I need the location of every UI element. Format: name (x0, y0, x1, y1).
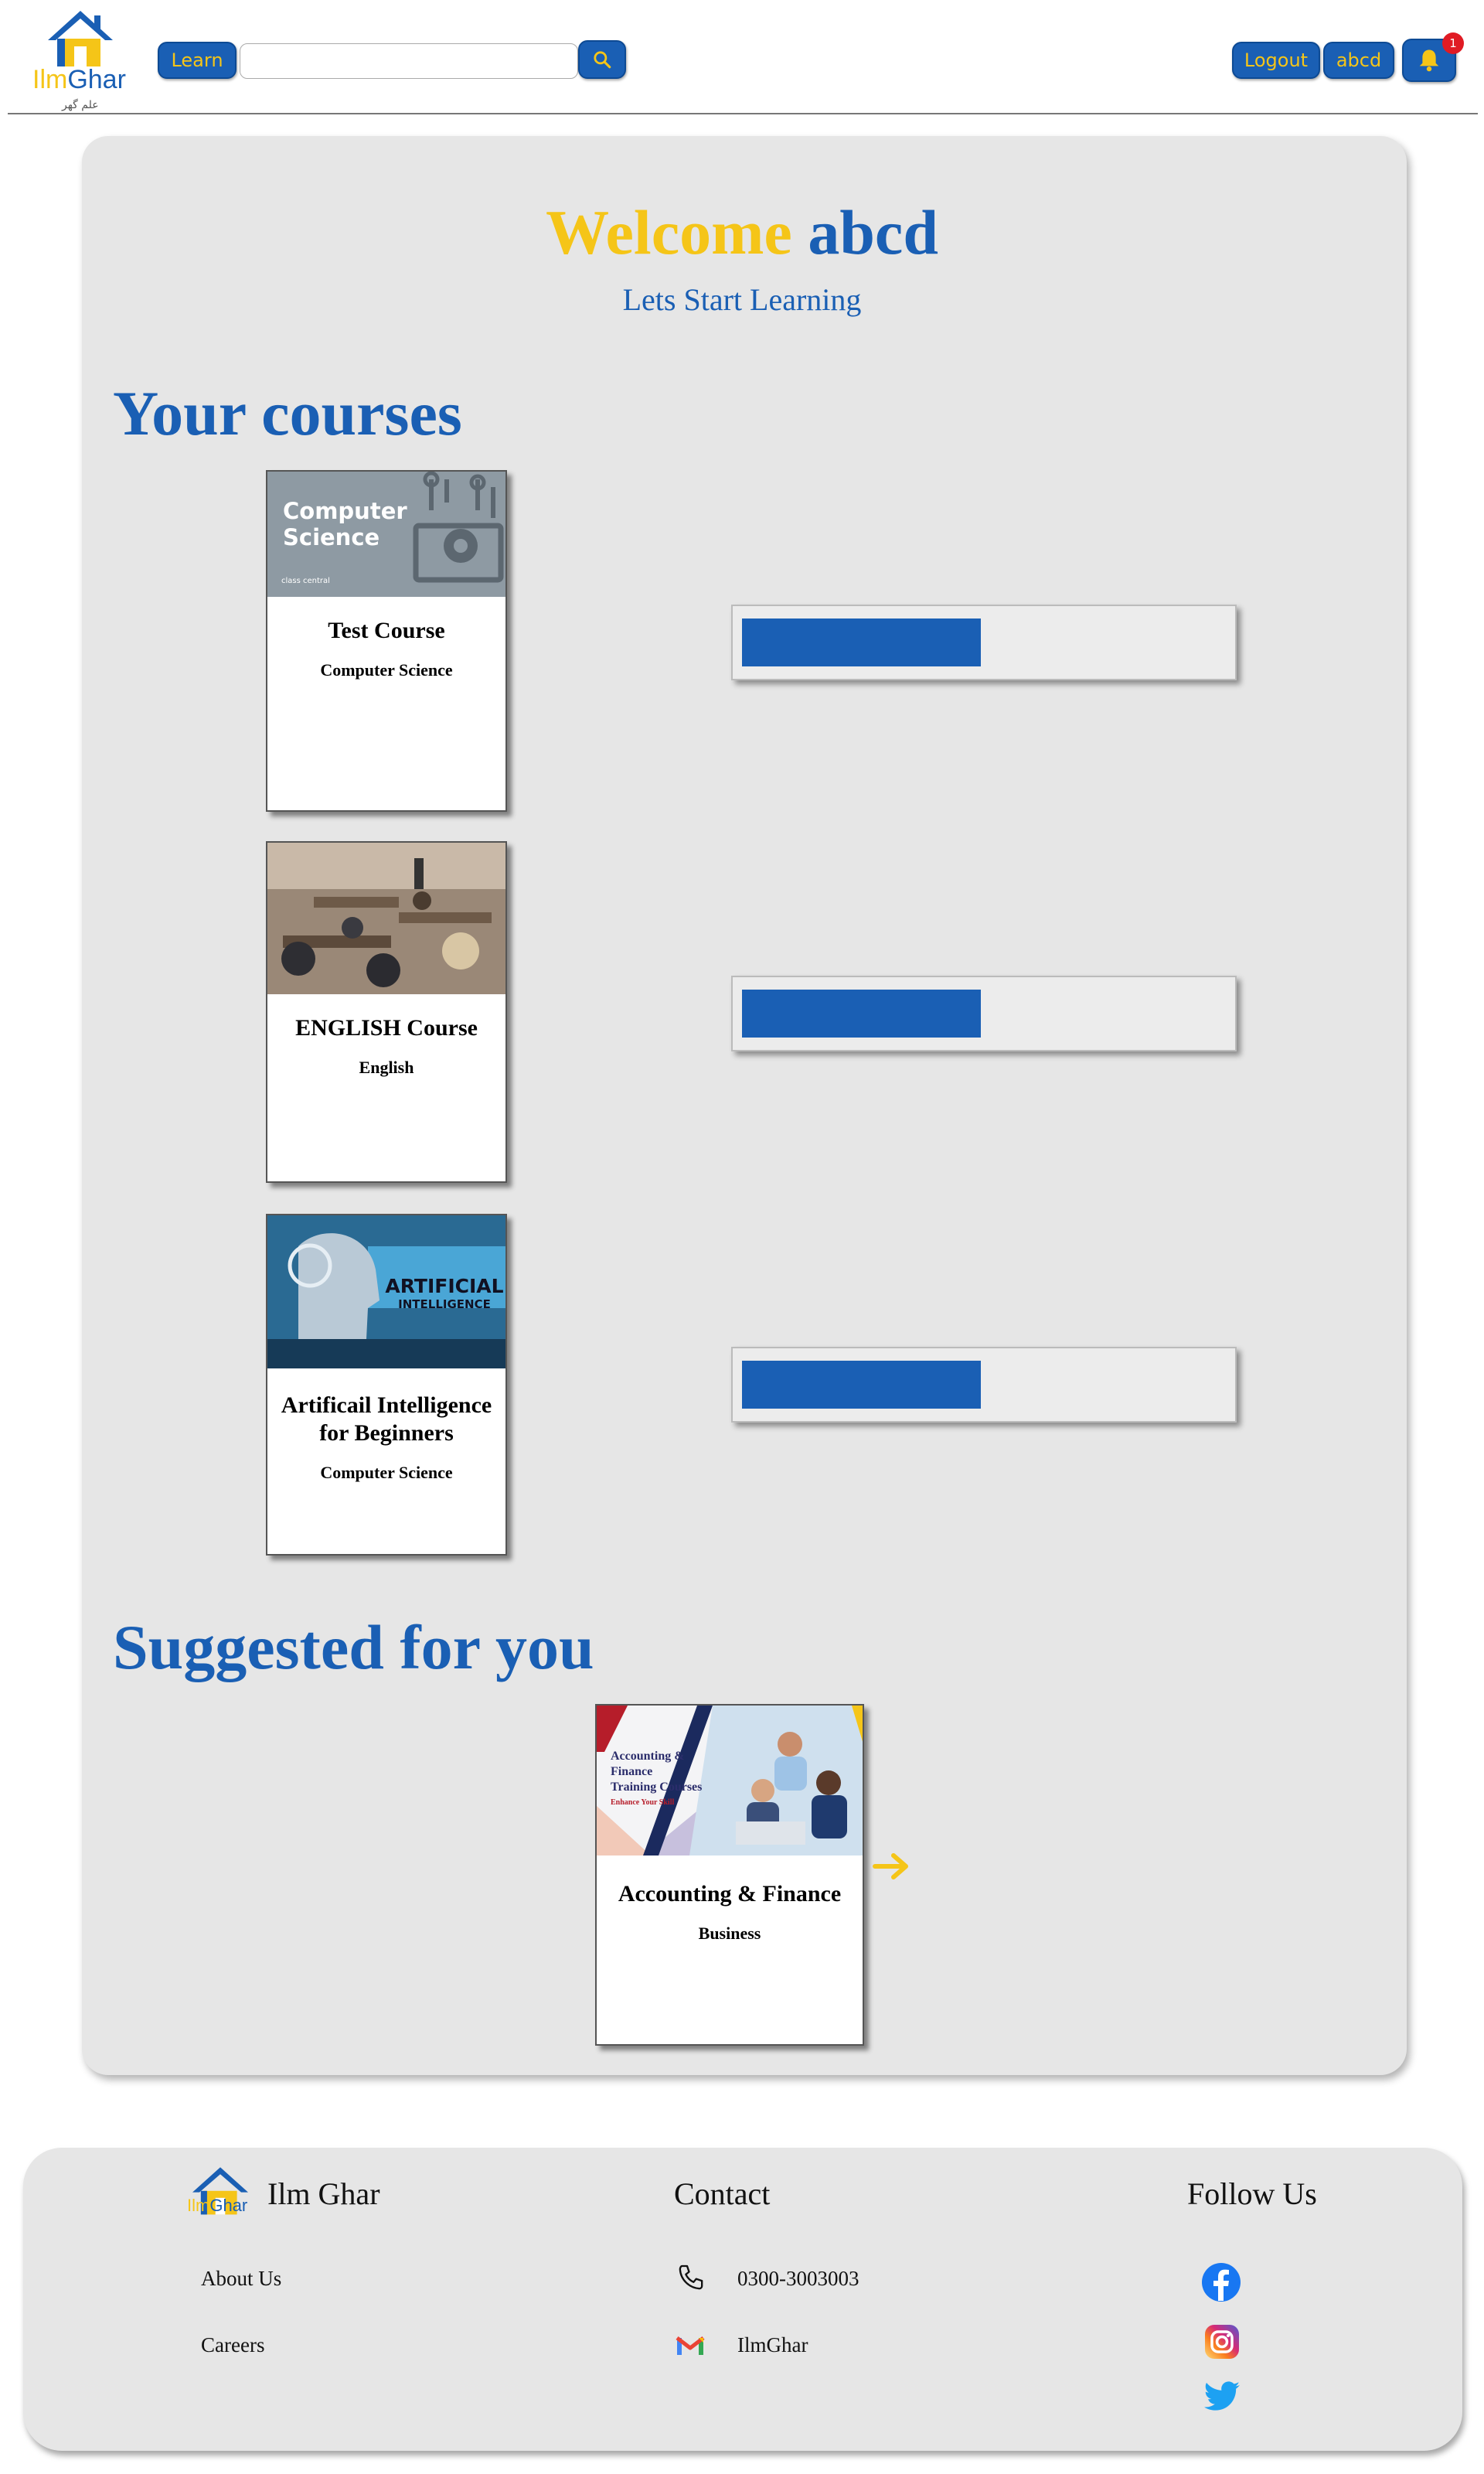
next-arrow-icon[interactable] (872, 1851, 912, 1882)
course-card[interactable]: Computer Science class central Test Cour… (266, 470, 507, 812)
image-caption-line: Science (283, 524, 380, 550)
header-divider (8, 113, 1478, 114)
user-profile-button[interactable]: abcd (1323, 42, 1394, 79)
classroom-photo-icon (267, 843, 505, 994)
progress-fill (742, 990, 981, 1038)
house-logo-icon (48, 11, 113, 66)
twitter-icon[interactable] (1203, 2381, 1241, 2414)
image-caption-line: Computer (283, 498, 407, 524)
site-footer: IlmGhar Ilm Ghar About Us Careers Contac… (23, 2148, 1462, 2451)
logout-button[interactable]: Logout (1232, 42, 1320, 79)
footer-link-careers[interactable]: Careers (201, 2333, 264, 2357)
course-card[interactable]: ENGLISH Course English (266, 841, 507, 1183)
instagram-icon[interactable] (1204, 2324, 1240, 2360)
course-image-accounting: Accounting & Finance Training Courses En… (597, 1706, 863, 1855)
logo-text: IlmGhar (32, 65, 126, 94)
facebook-icon[interactable] (1201, 2262, 1241, 2302)
course-title: Artificail Intelligence for Beginners (281, 1392, 492, 1446)
course-category: English (359, 1058, 414, 1077)
gmail-icon (676, 2336, 705, 2355)
image-caption-line: Training Courses (611, 1781, 703, 1794)
image-brand-text: class central (281, 577, 330, 585)
image-caption-line: INTELLIGENCE (398, 1297, 491, 1311)
ilmghar-logo[interactable]: IlmGhar علم گھر (28, 8, 144, 113)
bell-icon (1419, 49, 1439, 72)
footer-contact-heading: Contact (674, 2176, 771, 2211)
logo-urdu-text: علم گھر (62, 99, 99, 111)
course-progress-bar (731, 1347, 1237, 1423)
footer-brand-name: Ilm Ghar (267, 2176, 380, 2211)
welcome-heading: Welcome abcd (0, 196, 1484, 269)
top-header: IlmGhar علم گھر Learn Logout abcd 1 (0, 0, 1484, 114)
course-card[interactable]: ARTIFICIAL INTELLIGENCE Artificail Intel… (266, 1214, 507, 1556)
course-title: ENGLISH Course (295, 1015, 478, 1041)
footer-link-about-us[interactable]: About Us (201, 2267, 281, 2291)
course-category: Computer Science (320, 660, 453, 680)
course-image-computer-science: Computer Science class central (267, 472, 505, 597)
search-icon (594, 51, 611, 69)
image-caption-line: Finance (611, 1765, 653, 1778)
welcome-subtitle: Lets Start Learning (622, 282, 862, 317)
footer-phone-number[interactable]: 0300-3003003 (737, 2267, 859, 2291)
course-title: Test Course (328, 618, 445, 643)
suggested-course-card[interactable]: Accounting & Finance Training Courses En… (595, 1704, 864, 2046)
image-caption-line: Accounting & (611, 1750, 685, 1763)
course-progress-bar (731, 976, 1237, 1051)
progress-fill (742, 618, 981, 666)
notification-count-badge: 1 (1442, 32, 1464, 54)
welcome-username: abcd (808, 197, 938, 268)
search-button[interactable] (578, 40, 626, 79)
course-category: Business (698, 1924, 761, 1943)
phone-icon (679, 2264, 703, 2290)
suggested-title: Suggested for you (113, 1612, 594, 1682)
your-courses-title: Your courses (113, 378, 462, 448)
footer-logo-text: IlmGhar (187, 2196, 248, 2215)
image-caption-line: ARTIFICIAL (385, 1275, 504, 1297)
course-progress-bar (731, 605, 1237, 680)
welcome-word: Welcome (546, 197, 792, 268)
course-title: Accounting & Finance (618, 1881, 842, 1907)
course-image-artificial-intelligence: ARTIFICIAL INTELLIGENCE (267, 1215, 505, 1368)
search-input[interactable] (240, 43, 578, 79)
course-image-classroom (267, 843, 505, 994)
progress-fill (742, 1361, 981, 1409)
image-caption-line: Enhance Your Skill (611, 1798, 675, 1807)
course-category: Computer Science (320, 1463, 453, 1482)
footer-follow-heading: Follow Us (1187, 2176, 1317, 2211)
laptop-gear-icon (413, 472, 504, 583)
footer-email[interactable]: IlmGhar (737, 2333, 808, 2357)
learn-button[interactable]: Learn (158, 42, 237, 79)
